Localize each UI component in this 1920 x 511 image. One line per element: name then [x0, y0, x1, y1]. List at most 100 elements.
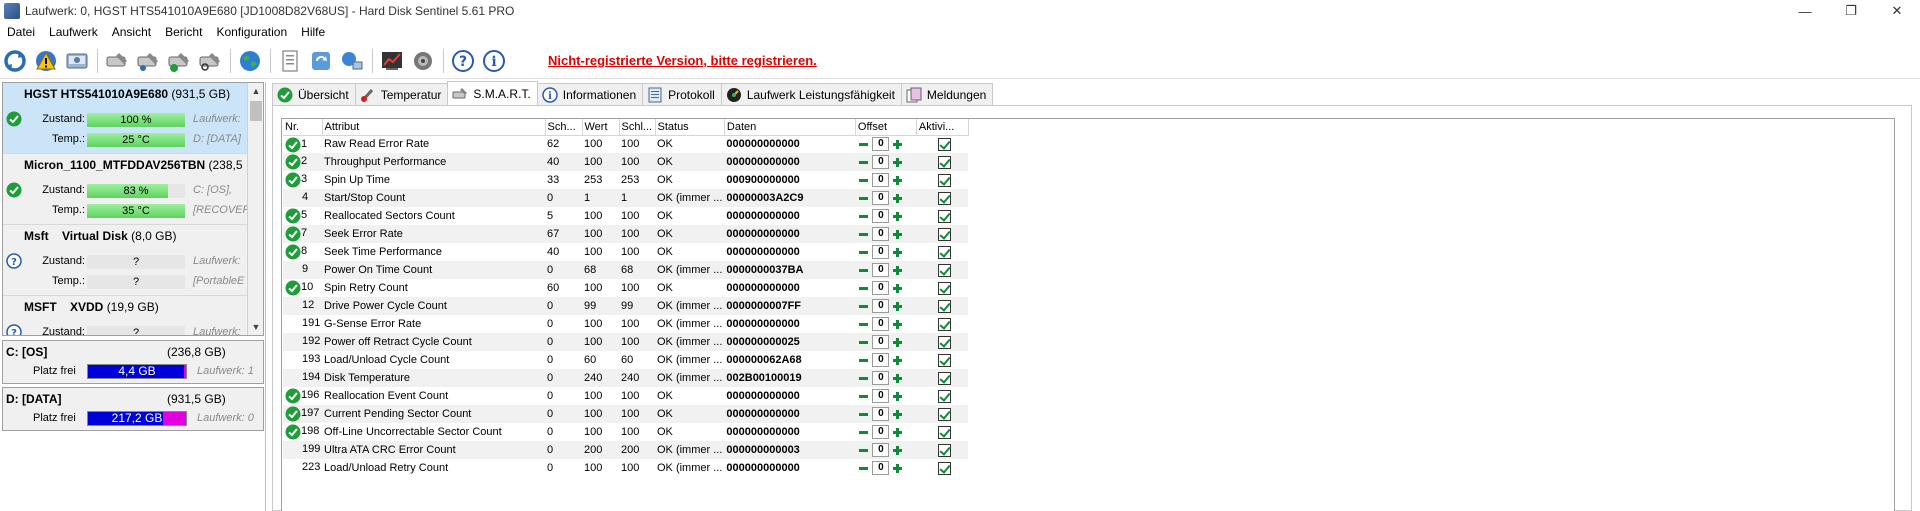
- column-header[interactable]: Sch...: [545, 119, 583, 136]
- offset-value[interactable]: 0: [872, 407, 890, 421]
- table-row[interactable]: 192 Power off Retract Cycle Count 0 100 100 O…: [283, 333, 969, 351]
- minus-icon[interactable]: [857, 408, 870, 421]
- info-button[interactable]: i: [479, 46, 509, 76]
- offset-value[interactable]: 0: [872, 137, 890, 152]
- disk-card[interactable]: MSFT XVDD (19,9 GB) ? Zustand: ? Laufwer…: [3, 296, 248, 335]
- plus-icon[interactable]: [891, 372, 904, 385]
- close-button[interactable]: ✕: [1874, 0, 1920, 22]
- minus-icon[interactable]: [857, 444, 870, 457]
- menu-konfiguration[interactable]: Konfiguration: [209, 25, 294, 39]
- column-header[interactable]: Wert: [582, 119, 620, 136]
- offset-value[interactable]: 0: [872, 173, 890, 187]
- plus-icon[interactable]: [891, 426, 904, 439]
- offset-value[interactable]: 0: [872, 389, 890, 403]
- offset-value[interactable]: 0: [872, 209, 890, 223]
- sound-button[interactable]: [408, 46, 438, 76]
- help-button[interactable]: ?: [448, 46, 478, 76]
- wrench-search-button[interactable]: [195, 46, 225, 76]
- table-row[interactable]: 10 Spin Retry Count 60 100 100 OK 000000000000…: [283, 279, 968, 297]
- table-row[interactable]: 1 Raw Read Error Rate 62 100 100 OK 0000000000…: [283, 135, 968, 153]
- restore-button[interactable]: ❐: [1828, 0, 1874, 22]
- table-row[interactable]: 191 G-Sense Error Rate 0 100 100 OK (immer ..…: [283, 315, 968, 333]
- menu-laufwerk[interactable]: Laufwerk: [42, 25, 105, 39]
- active-checkbox[interactable]: [938, 425, 952, 439]
- offset-value[interactable]: 0: [872, 263, 890, 277]
- column-header[interactable]: Daten: [724, 119, 856, 136]
- tab-overview[interactable]: Übersicht: [272, 83, 356, 105]
- minus-icon[interactable]: [857, 228, 870, 241]
- minus-icon[interactable]: [857, 336, 870, 349]
- minus-icon[interactable]: [857, 318, 870, 331]
- active-checkbox[interactable]: [938, 209, 952, 223]
- column-header[interactable]: Attribut: [322, 119, 546, 136]
- column-header[interactable]: Offset: [855, 119, 917, 136]
- tab-log[interactable]: Protokoll: [642, 83, 722, 105]
- plus-icon[interactable]: [891, 174, 904, 187]
- minus-icon[interactable]: [857, 174, 870, 187]
- active-checkbox[interactable]: [938, 281, 952, 295]
- plus-icon[interactable]: [891, 462, 904, 475]
- table-row[interactable]: 194 Disk Temperature 0 240 240 OK (immer ... 0…: [283, 369, 969, 387]
- minus-icon[interactable]: [857, 426, 870, 439]
- plus-icon[interactable]: [891, 444, 904, 457]
- offset-value[interactable]: 0: [872, 353, 890, 367]
- active-checkbox[interactable]: [938, 191, 952, 205]
- plus-icon[interactable]: [891, 228, 904, 241]
- table-row[interactable]: 197 Current Pending Sector Count 0 100 100 OK…: [283, 405, 969, 423]
- minus-icon[interactable]: [857, 138, 870, 151]
- plus-icon[interactable]: [891, 300, 904, 313]
- minus-icon[interactable]: [857, 300, 870, 313]
- table-row[interactable]: 9 Power On Time Count 0 68 68 OK (immer ... 00…: [283, 261, 969, 279]
- minus-icon[interactable]: [857, 246, 870, 259]
- minus-icon[interactable]: [857, 390, 870, 403]
- plus-icon[interactable]: [891, 264, 904, 277]
- offset-value[interactable]: 0: [872, 443, 890, 457]
- active-checkbox[interactable]: [938, 245, 952, 259]
- tab-performance[interactable]: Laufwerk Leistungsfähigkeit: [720, 83, 902, 105]
- tab-smart[interactable]: S.M.A.R.T.: [447, 81, 538, 105]
- minus-icon[interactable]: [857, 264, 870, 277]
- table-row[interactable]: 8 Seek Time Performance 40 100 100 OK 00000000…: [283, 243, 968, 261]
- table-row[interactable]: 196 Reallocation Event Count 0 100 100 OK 0000…: [283, 387, 968, 405]
- scroll-thumb[interactable]: [250, 101, 262, 121]
- disk-card[interactable]: HGST HTS541010A9E680 (931,5 GB) Zustand:…: [3, 83, 248, 154]
- active-checkbox[interactable]: [938, 299, 952, 313]
- menu-hilfe[interactable]: Hilfe: [294, 25, 332, 39]
- table-row[interactable]: 12 Drive Power Cycle Count 0 99 99 OK (immer …: [283, 297, 969, 315]
- table-row[interactable]: 199 Ultra ATA CRC Error Count 0 200 200 OK (i…: [283, 441, 969, 459]
- plus-icon[interactable]: [891, 210, 904, 223]
- active-checkbox[interactable]: [938, 443, 952, 457]
- active-checkbox[interactable]: [938, 317, 952, 331]
- menu-ansicht[interactable]: Ansicht: [105, 25, 158, 39]
- offset-value[interactable]: 0: [872, 245, 890, 259]
- active-checkbox[interactable]: [938, 389, 952, 403]
- volume-card[interactable]: C: [OS] (236,8 GB) Platz frei 4,4 GB Lau…: [2, 340, 264, 384]
- tab-temperature[interactable]: Temperatur: [354, 83, 449, 105]
- column-header[interactable]: Schl...: [619, 119, 656, 136]
- menu-bericht[interactable]: Bericht: [158, 25, 209, 39]
- wrench-cog-button[interactable]: [133, 46, 163, 76]
- minus-icon[interactable]: [857, 372, 870, 385]
- offset-value[interactable]: 0: [872, 155, 890, 169]
- plus-icon[interactable]: [891, 336, 904, 349]
- offset-value[interactable]: 0: [872, 227, 890, 241]
- sync-button[interactable]: [306, 46, 336, 76]
- table-row[interactable]: 198 Off-Line Uncorrectable Sector Count 0 1…: [283, 423, 968, 441]
- wrench-button[interactable]: [102, 46, 132, 76]
- offset-value[interactable]: 0: [872, 461, 890, 475]
- column-header[interactable]: Nr.: [283, 119, 323, 136]
- offset-value[interactable]: 0: [872, 191, 890, 205]
- web-button[interactable]: [235, 46, 265, 76]
- active-checkbox[interactable]: [938, 461, 952, 475]
- table-row[interactable]: 193 Load/Unload Cycle Count 0 60 60 OK (immer…: [283, 351, 968, 369]
- register-link[interactable]: Nicht-registrierte Version, bitte regist…: [548, 53, 817, 68]
- plus-icon[interactable]: [891, 390, 904, 403]
- minus-icon[interactable]: [857, 192, 870, 205]
- table-row[interactable]: 3 Spin Up Time 33 253 253 OK 000900000000 0: [283, 171, 968, 189]
- active-checkbox[interactable]: [938, 335, 952, 349]
- table-row[interactable]: 2 Throughput Performance 40 100 100 OK 0000000…: [283, 153, 969, 171]
- offset-value[interactable]: 0: [872, 299, 890, 313]
- table-row[interactable]: 223 Load/Unload Retry Count 0 100 100 OK (imm…: [283, 459, 968, 477]
- tab-messages[interactable]: Meldungen: [900, 83, 994, 105]
- table-row[interactable]: 5 Reallocated Sectors Count 5 100 100 OK 00000…: [283, 207, 968, 225]
